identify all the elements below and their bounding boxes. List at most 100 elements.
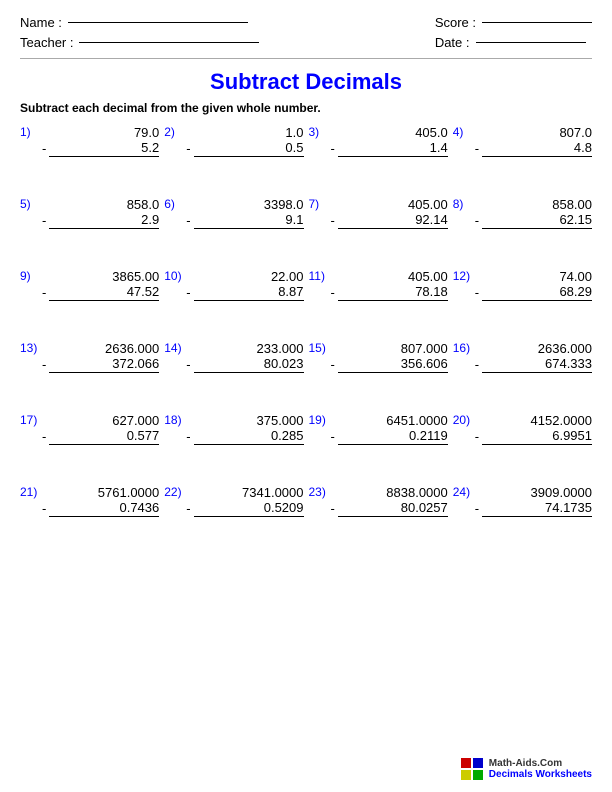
minus-sign: - bbox=[475, 357, 479, 372]
problem-item: 12) 74.00 - 68.29 bbox=[453, 269, 592, 321]
problem-bottom-value: 80.0257 bbox=[338, 500, 448, 517]
problem-item: 4) 807.0 - 4.8 bbox=[453, 125, 592, 177]
problem-bottom-value: 0.285 bbox=[194, 428, 304, 445]
problem-top-value: 4152.0000 bbox=[475, 413, 592, 428]
logo-cell-green bbox=[473, 770, 483, 780]
date-row: Date : bbox=[435, 35, 592, 50]
minus-sign: - bbox=[42, 213, 46, 228]
minus-sign: - bbox=[475, 141, 479, 156]
problem-bottom-value: 372.066 bbox=[49, 356, 159, 373]
problem-number: 4) bbox=[453, 125, 464, 139]
problem-bottom-value: 80.023 bbox=[194, 356, 304, 373]
minus-sign: - bbox=[475, 429, 479, 444]
problem-item: 7) 405.00 - 92.14 bbox=[309, 197, 448, 249]
minus-sign: - bbox=[331, 501, 335, 516]
problem-top-value: 405.0 bbox=[331, 125, 448, 140]
problem-bottom-row: - 0.285 bbox=[186, 428, 303, 445]
problem-item: 13) 2636.000 - 372.066 bbox=[20, 341, 159, 393]
problem-number: 5) bbox=[20, 197, 31, 211]
footer-category: Decimals Worksheets bbox=[489, 769, 592, 780]
name-line bbox=[68, 22, 248, 23]
problem-number: 13) bbox=[20, 341, 37, 355]
problem-bottom-row: - 78.18 bbox=[331, 284, 448, 301]
problem-number: 14) bbox=[164, 341, 181, 355]
problem-top-value: 7341.0000 bbox=[186, 485, 303, 500]
problem-number: 24) bbox=[453, 485, 470, 499]
header-section: Name : Teacher : Score : Date : bbox=[20, 15, 592, 50]
minus-sign: - bbox=[331, 285, 335, 300]
footer-logo bbox=[461, 758, 483, 780]
problems-grid: 1) 79.0 - 5.2 2) 1.0 - 0.5 3) 405.0 - 1.… bbox=[20, 125, 592, 537]
problem-bottom-row: - 0.577 bbox=[42, 428, 159, 445]
problem-bottom-value: 674.333 bbox=[482, 356, 592, 373]
problem-bottom-row: - 8.87 bbox=[186, 284, 303, 301]
problem-item: 8) 858.00 - 62.15 bbox=[453, 197, 592, 249]
problem-number: 7) bbox=[309, 197, 320, 211]
problem-bottom-row: - 0.2119 bbox=[331, 428, 448, 445]
problem-bottom-value: 356.606 bbox=[338, 356, 448, 373]
problem-top-value: 807.000 bbox=[331, 341, 448, 356]
problem-top-value: 74.00 bbox=[475, 269, 592, 284]
problem-top-value: 807.0 bbox=[475, 125, 592, 140]
problem-top-value: 5761.0000 bbox=[42, 485, 159, 500]
problem-top-value: 858.00 bbox=[475, 197, 592, 212]
teacher-label: Teacher : bbox=[20, 35, 73, 50]
problem-top-value: 405.00 bbox=[331, 269, 448, 284]
problem-item: 10) 22.00 - 8.87 bbox=[164, 269, 303, 321]
score-row: Score : bbox=[435, 15, 592, 30]
problem-item: 3) 405.0 - 1.4 bbox=[309, 125, 448, 177]
page-title: Subtract Decimals bbox=[20, 69, 592, 95]
problem-top-value: 6451.0000 bbox=[331, 413, 448, 428]
problem-number: 20) bbox=[453, 413, 470, 427]
problem-bottom-value: 0.5209 bbox=[194, 500, 304, 517]
footer: Math-Aids.Com Decimals Worksheets bbox=[461, 758, 592, 780]
problem-bottom-row: - 1.4 bbox=[331, 140, 448, 157]
problem-item: 5) 858.0 - 2.9 bbox=[20, 197, 159, 249]
problem-bottom-value: 78.18 bbox=[338, 284, 448, 301]
problem-bottom-value: 68.29 bbox=[482, 284, 592, 301]
problem-item: 22) 7341.0000 - 0.5209 bbox=[164, 485, 303, 537]
problem-top-value: 858.0 bbox=[42, 197, 159, 212]
problem-number: 8) bbox=[453, 197, 464, 211]
header-right: Score : Date : bbox=[435, 15, 592, 50]
minus-sign: - bbox=[186, 501, 190, 516]
problem-number: 17) bbox=[20, 413, 37, 427]
problem-bottom-row: - 80.023 bbox=[186, 356, 303, 373]
problem-number: 23) bbox=[309, 485, 326, 499]
problem-number: 19) bbox=[309, 413, 326, 427]
problem-item: 11) 405.00 - 78.18 bbox=[309, 269, 448, 321]
problem-bottom-row: - 0.7436 bbox=[42, 500, 159, 517]
problem-number: 18) bbox=[164, 413, 181, 427]
problem-number: 9) bbox=[20, 269, 31, 283]
problem-item: 20) 4152.0000 - 6.9951 bbox=[453, 413, 592, 465]
minus-sign: - bbox=[186, 285, 190, 300]
problem-bottom-value: 74.1735 bbox=[482, 500, 592, 517]
problem-item: 9) 3865.00 - 47.52 bbox=[20, 269, 159, 321]
minus-sign: - bbox=[186, 141, 190, 156]
problem-item: 1) 79.0 - 5.2 bbox=[20, 125, 159, 177]
minus-sign: - bbox=[475, 213, 479, 228]
problem-bottom-value: 0.7436 bbox=[49, 500, 159, 517]
problem-item: 18) 375.000 - 0.285 bbox=[164, 413, 303, 465]
problem-item: 6) 3398.0 - 9.1 bbox=[164, 197, 303, 249]
problem-number: 16) bbox=[453, 341, 470, 355]
problem-bottom-value: 0.5 bbox=[194, 140, 304, 157]
problem-top-value: 233.000 bbox=[186, 341, 303, 356]
minus-sign: - bbox=[186, 357, 190, 372]
logo-cell-yellow bbox=[461, 770, 471, 780]
minus-sign: - bbox=[42, 501, 46, 516]
minus-sign: - bbox=[331, 429, 335, 444]
problem-bottom-row: - 0.5209 bbox=[186, 500, 303, 517]
problem-item: 19) 6451.0000 - 0.2119 bbox=[309, 413, 448, 465]
problem-item: 17) 627.000 - 0.577 bbox=[20, 413, 159, 465]
problem-top-value: 22.00 bbox=[186, 269, 303, 284]
problem-top-value: 3865.00 bbox=[42, 269, 159, 284]
header-left: Name : Teacher : bbox=[20, 15, 259, 50]
problem-number: 22) bbox=[164, 485, 181, 499]
problem-top-value: 1.0 bbox=[186, 125, 303, 140]
problem-bottom-row: - 47.52 bbox=[42, 284, 159, 301]
problem-number: 21) bbox=[20, 485, 37, 499]
problem-bottom-value: 92.14 bbox=[338, 212, 448, 229]
problem-bottom-row: - 6.9951 bbox=[475, 428, 592, 445]
problem-number: 3) bbox=[309, 125, 320, 139]
